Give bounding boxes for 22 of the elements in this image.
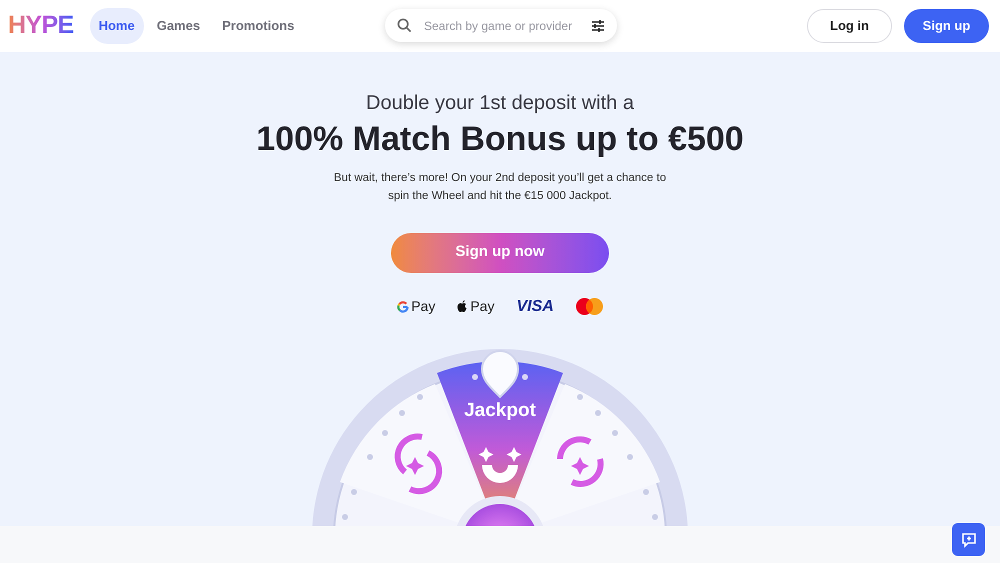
pay-label: Pay — [411, 297, 436, 316]
pay-label: Pay — [470, 297, 494, 316]
chat-plus-icon — [960, 532, 976, 548]
hero-headline: 100% Match Bonus up to €500 — [256, 119, 744, 160]
nav-tab[interactable]: Promotions — [213, 8, 304, 44]
search-field[interactable]: Search by game or provider — [385, 9, 617, 42]
apple-icon — [457, 300, 468, 313]
login-button[interactable]: Log in — [807, 9, 892, 43]
search-icon — [397, 18, 412, 33]
wheel-segment-label: Jackpot — [463, 398, 537, 422]
g-logo-icon — [397, 300, 410, 312]
signup-now-button[interactable]: Sign up now — [391, 232, 609, 272]
visa-logo: VISA — [516, 296, 554, 316]
nav-tab[interactable]: Games — [148, 8, 210, 44]
search-input[interactable]: Search by game or provider — [424, 16, 583, 34]
hero-description: But wait, there’s more! On your 2nd deposit you’ll get a chance to spin the Wheel and hit the €15 000 Jackpot. — [332, 170, 668, 204]
filter-icon[interactable] — [591, 18, 605, 32]
nav-tab[interactable]: Home — [90, 8, 144, 44]
hero-subtitle: Double your 1st deposit with a — [366, 91, 634, 116]
feedback-button[interactable] — [952, 523, 985, 556]
signup-button[interactable]: Sign up — [904, 9, 989, 43]
mastercard-icon — [576, 298, 603, 315]
